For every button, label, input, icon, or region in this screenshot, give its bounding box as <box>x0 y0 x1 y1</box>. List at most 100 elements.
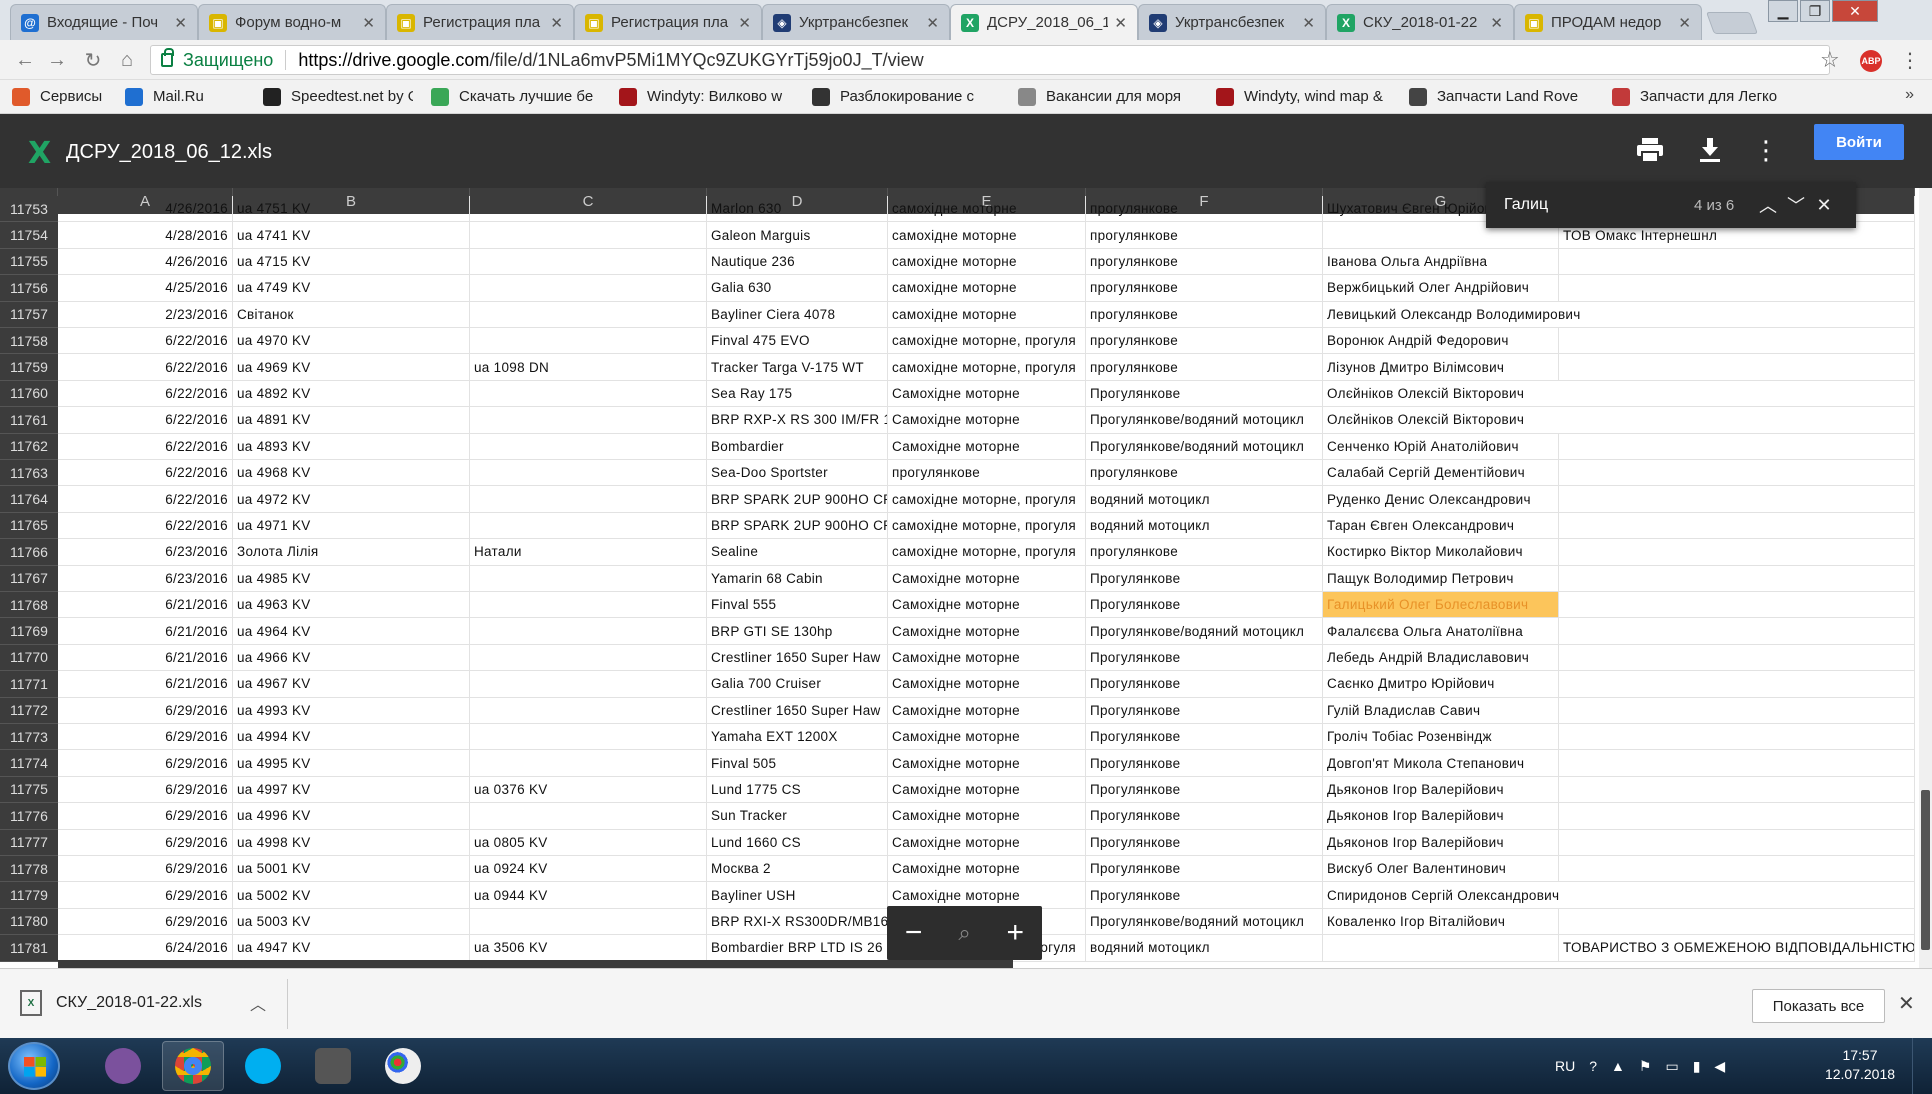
table-cell[interactable] <box>1559 460 1915 487</box>
taskbar-chrome[interactable] <box>162 1041 224 1091</box>
table-cell[interactable] <box>470 803 707 830</box>
table-cell[interactable]: ua 4995 KV <box>233 750 470 777</box>
table-cell[interactable]: Прогулянкове <box>1086 803 1323 830</box>
help-icon[interactable]: ? <box>1589 1058 1597 1074</box>
table-cell[interactable]: Прогулянкове <box>1086 380 1323 408</box>
row-number[interactable]: 11773 <box>0 724 58 751</box>
zoom-reset-icon[interactable]: ⌕ <box>958 920 970 946</box>
table-cell[interactable] <box>470 908 707 936</box>
bookmark-item[interactable]: Запчасти для Легко <box>1612 87 1787 106</box>
table-cell[interactable]: Лізунов Дмитро Вілімсович <box>1323 354 1559 381</box>
tab-close-icon[interactable]: ✕ <box>1302 14 1315 32</box>
table-cell[interactable]: 4/26/2016 <box>58 248 233 276</box>
table-cell[interactable] <box>1559 618 1915 645</box>
table-cell[interactable]: 6/29/2016 <box>58 697 233 724</box>
table-cell[interactable]: ua 4892 KV <box>233 380 470 408</box>
table-cell[interactable]: водяний мотоцикл <box>1086 512 1323 540</box>
row-number[interactable]: 11758 <box>0 328 58 355</box>
table-cell[interactable] <box>1559 539 1915 566</box>
table-cell[interactable] <box>1559 724 1915 751</box>
table-cell[interactable]: Дьяконов Ігор Валерійович <box>1323 776 1559 804</box>
table-cell[interactable]: Самохідне моторне <box>888 592 1086 619</box>
table-cell[interactable]: Finval 555 <box>707 592 888 619</box>
table-cell[interactable]: ua 4968 KV <box>233 460 470 487</box>
table-cell[interactable]: Bayliner Ciera 4078 <box>707 301 888 328</box>
table-cell[interactable]: прогулянкове <box>1086 248 1323 276</box>
tab-close-icon[interactable]: ✕ <box>550 14 563 32</box>
taskbar-world-of-tanks[interactable] <box>302 1041 364 1091</box>
table-cell[interactable]: 6/24/2016 <box>58 935 233 962</box>
find-close-icon[interactable]: ✕ <box>1810 195 1838 216</box>
row-number[interactable]: 11757 <box>0 301 58 328</box>
row-number[interactable]: 11764 <box>0 486 58 513</box>
row-number[interactable]: 11779 <box>0 882 58 909</box>
find-input[interactable]: Галиц <box>1504 196 1694 214</box>
adblock-icon[interactable]: ABP <box>1860 50 1882 72</box>
table-cell[interactable]: Прогулянкове <box>1086 882 1323 909</box>
table-cell[interactable]: ua 4966 KV <box>233 644 470 672</box>
table-cell[interactable]: Костирко Віктор Миколайович <box>1323 539 1559 566</box>
table-cell[interactable]: Самохідне моторне <box>888 724 1086 751</box>
tray-expand-icon[interactable]: ▲ <box>1611 1058 1625 1074</box>
table-cell[interactable]: ua 5002 KV <box>233 882 470 909</box>
table-cell[interactable]: ua 4998 KV <box>233 829 470 856</box>
tab-close-icon[interactable]: ✕ <box>174 14 187 32</box>
volume-icon[interactable]: ◀ <box>1714 1058 1725 1075</box>
table-cell[interactable] <box>470 301 707 328</box>
table-cell[interactable]: Galeon Marguis <box>707 222 888 249</box>
table-cell[interactable]: самохідне моторне <box>888 248 1086 276</box>
table-cell[interactable]: ua 4964 KV <box>233 618 470 645</box>
table-cell[interactable]: ua 4891 KV <box>233 407 470 434</box>
table-cell[interactable]: прогулянкове <box>1086 354 1323 381</box>
table-cell[interactable]: 6/29/2016 <box>58 856 233 883</box>
row-number[interactable]: 11775 <box>0 776 58 804</box>
table-cell[interactable]: BRP RXI-X RS300DR/MB16 <box>707 908 888 936</box>
table-cell[interactable]: ua 0376 KV <box>470 776 707 804</box>
table-cell[interactable]: Bombardier BRP LTD IS 26 <box>707 935 888 962</box>
download-item[interactable]: X СКУ_2018-01-22.xls <box>20 985 202 1021</box>
spreadsheet-grid[interactable]: A B C D E F G 11753 4/26/2016 ua 4751 KV Marlon 63… <box>0 188 1915 968</box>
table-cell[interactable] <box>1559 803 1915 830</box>
table-cell[interactable] <box>470 512 707 540</box>
taskbar-viber[interactable] <box>92 1041 154 1091</box>
table-cell[interactable]: Sealine <box>707 539 888 566</box>
table-cell[interactable] <box>1559 328 1915 355</box>
row-number[interactable]: 11776 <box>0 803 58 830</box>
table-cell[interactable]: ua 4751 KV <box>233 196 470 223</box>
bookmark-item[interactable]: Скачать лучшие бе <box>431 87 601 106</box>
table-cell[interactable]: Таран Євген Олександрович <box>1323 512 1559 540</box>
language-indicator[interactable]: RU <box>1555 1058 1575 1074</box>
browser-tab[interactable]: ▣ ПРОДАМ недор ✕ <box>1514 4 1702 40</box>
table-cell[interactable]: BRP GTI SE 130hp <box>707 618 888 645</box>
download-icon[interactable] <box>1690 130 1730 170</box>
shelf-close-icon[interactable]: ✕ <box>1898 991 1915 1016</box>
table-cell[interactable]: 6/21/2016 <box>58 644 233 672</box>
maximize-button[interactable]: ❐ <box>1800 0 1830 22</box>
table-cell[interactable]: Lund 1775 CS <box>707 776 888 804</box>
table-cell[interactable]: прогулянкове <box>1086 222 1323 249</box>
table-cell[interactable]: BRP RXP-X RS 300 IM/FR 16 <box>707 407 888 434</box>
table-cell[interactable] <box>1559 301 1915 328</box>
table-cell[interactable]: самохідне моторне, прогуля <box>888 539 1086 566</box>
table-cell[interactable]: Прогулянкове/водяний мотоцикл <box>1086 908 1323 936</box>
table-cell[interactable]: ua 4963 KV <box>233 592 470 619</box>
table-cell[interactable]: прогулянкове <box>1086 275 1323 302</box>
table-cell[interactable]: ua 4749 KV <box>233 275 470 302</box>
table-cell[interactable]: самохідне моторне, прогуля <box>888 512 1086 540</box>
table-cell[interactable]: Саєнко Дмитро Юрійович <box>1323 671 1559 698</box>
table-cell[interactable]: Вискуб Олег Валентинович <box>1323 856 1559 883</box>
table-cell[interactable]: ua 0805 KV <box>470 829 707 856</box>
browser-tab[interactable]: @ Входящие - Поч ✕ <box>10 4 198 40</box>
zoom-in-button[interactable]: + <box>1007 916 1025 950</box>
table-cell[interactable]: Yamarin 68 Cabin <box>707 565 888 592</box>
table-cell[interactable]: Сенченко Юрій Анатолійович <box>1323 433 1559 460</box>
table-cell[interactable]: Самохідне моторне <box>888 433 1086 460</box>
table-cell[interactable]: прогулянкове <box>1086 196 1323 223</box>
forward-icon[interactable]: → <box>44 48 70 72</box>
table-cell[interactable] <box>1559 380 1915 408</box>
table-cell[interactable]: 6/22/2016 <box>58 328 233 355</box>
row-number[interactable]: 11756 <box>0 275 58 302</box>
row-number[interactable]: 11753 <box>0 196 58 223</box>
row-number[interactable]: 11755 <box>0 248 58 276</box>
browser-tab[interactable]: ▣ Регистрация пла ✕ <box>386 4 574 40</box>
